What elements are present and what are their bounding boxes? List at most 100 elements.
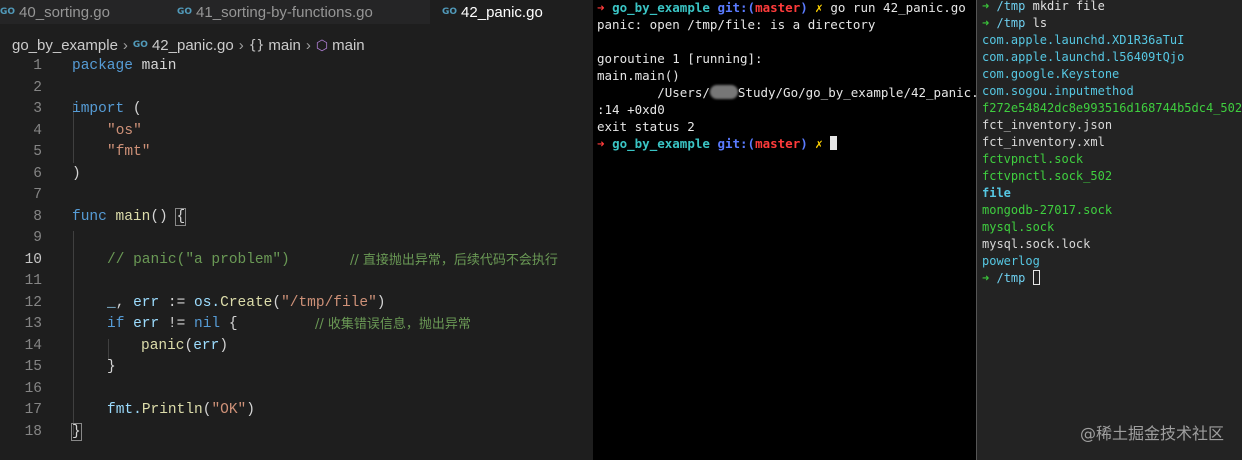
ls-entry: fct_inventory.xml [982,135,1105,149]
tab-label: 41_sorting-by-functions.go [196,3,373,21]
tab-40-sorting[interactable]: GO 40_sorting.go [0,0,165,24]
terminal-cursor [830,136,838,150]
breadcrumb-folder[interactable]: go_by_example [12,37,118,54]
code-token: if [107,316,125,332]
code-token: ( [124,101,142,117]
code-token: "/tmp/file" [281,294,377,311]
code-line: 8 func main() { [0,207,593,229]
breadcrumb-symbol[interactable]: main [332,37,365,54]
code-token: ( [184,337,194,354]
code-line: 15} [0,357,593,379]
terminal-command: mkdir file [1032,0,1105,13]
breadcrumb-scope[interactable]: main [268,37,301,54]
terminal-output: exit status 2 [597,119,695,134]
tab-label: 40_sorting.go [19,3,110,21]
code-token: _ [107,294,116,311]
go-file-icon: GO [442,7,458,17]
ls-entry: powerlog [982,254,1040,268]
git-branch: master [755,136,801,151]
ls-entry: mongodb-27017.sock [982,203,1113,217]
go-file-icon: GO [0,7,16,17]
code-token: "os" [107,122,142,139]
code-token: err [193,337,220,354]
prompt-dir: /tmp [996,271,1026,285]
tab-41-sorting-by-functions[interactable]: GO 41_sorting-by-functions.go [165,0,430,24]
line-number: 9 [33,230,42,246]
code-token: "fmt" [107,144,151,160]
code-token: Create [220,294,273,311]
code-token: ) [376,294,386,311]
code-token: ) [219,337,229,354]
terminal-cursor [1032,270,1040,285]
code-token: ) [72,165,81,182]
terminal-output: /Users/Study/Go/go_by_example/42_panic.g… [597,84,976,101]
line-number: 17 [24,402,42,418]
line-number: 10 [24,251,42,268]
line-number: 16 [24,380,42,397]
line-number: 2 [33,79,42,96]
terminal-pane-side[interactable]: ➜ /tmp mkdir file ➜ /tmp ls com.apple.la… [976,0,1242,460]
git-label: git:( [717,136,756,151]
trace-path-suffix: Study/Go/go_by_example/42_panic.go [737,85,976,100]
terminal-prompt[interactable]: ➜ /tmp [982,270,1040,287]
terminal-pane-main[interactable]: ➜ go_by_example git:(master) ✗ go run 42… [593,0,976,460]
breadcrumb: go_by_example › GO 42_panic.go › {} main… [12,34,365,56]
dirty-mark-icon: ✗ [815,136,823,151]
ls-entry: fct_inventory.json [982,118,1113,132]
code-token: Println [141,402,203,418]
code-line: 16 [0,379,593,401]
line-number: 5 [33,144,42,160]
prompt-dir: /tmp [996,0,1026,13]
code-line: 7 [0,185,593,207]
code-token: package [72,58,133,74]
git-label: ) [800,0,808,15]
matching-brace: } [71,422,82,441]
code-line: 4 "os" [0,121,593,143]
ls-entry: com.apple.launchd.l56409tQjo [982,50,1185,64]
cube-symbol-icon: ⬡ [315,36,329,53]
code-token: nil [194,316,221,332]
terminal-line: ➜ go_by_example git:(master) ✗ go run 42… [597,0,966,16]
ls-entry: com.apple.launchd.XD1R36aTuI [982,33,1185,47]
terminal-output: goroutine 1 [running]: [597,51,763,66]
code-token: main [132,58,177,74]
code-line: 10 // panic("a problem") // 直接抛出异常，后续代码不会执… [0,250,593,272]
line-number: 13 [24,316,42,332]
line-number: 11 [24,273,42,289]
code-area[interactable]: 1 package main 2 3 import ( 4 "os" 5 "fmt" 6… [0,56,593,443]
prompt-arrow-icon: ➜ [597,136,605,151]
code-token: main [106,208,151,225]
breadcrumb-file[interactable]: 42_panic.go [152,37,234,54]
code-token: import [72,101,125,117]
line-number: 6 [33,165,42,182]
line-number: 1 [33,58,42,74]
code-line: 18} [0,422,593,444]
code-token: { [220,316,238,332]
ls-entry: fctvpnctl.sock_502 [982,169,1113,183]
code-token: ) [246,402,255,418]
code-token: "OK" [211,402,247,418]
chevron-right-icon: › [238,36,244,54]
terminal-command: ls [1032,16,1048,30]
line-number: 18 [24,423,42,440]
code-line: 14 panic(err) [0,336,593,358]
line-number: 15 [24,359,42,375]
code-line: 11 [0,271,593,293]
prompt-arrow-icon: ➜ [597,0,605,15]
terminal-output: main.main() [597,68,680,83]
code-comment: // 直接抛出异常，后续代码不会执行 [350,252,558,268]
tab-label: 42_panic.go [461,3,543,21]
tab-42-panic[interactable]: GO 42_panic.go [430,0,593,24]
chevron-right-icon: › [122,36,128,54]
trace-path-prefix: /Users/ [597,85,710,100]
line-number: 14 [24,337,42,354]
code-line: 6) [0,164,593,186]
braces-icon: {} [248,37,265,53]
terminal-line: ➜ /tmp mkdir file [982,0,1105,15]
code-token: != [159,316,195,332]
ls-entry: fctvpnctl.sock [982,152,1084,166]
code-token: func [72,208,107,225]
prompt-dir: go_by_example [612,0,710,15]
terminal-prompt[interactable]: ➜ go_by_example git:(master) ✗ [597,135,838,152]
code-line: 17 fmt.Println("OK") [0,400,593,422]
